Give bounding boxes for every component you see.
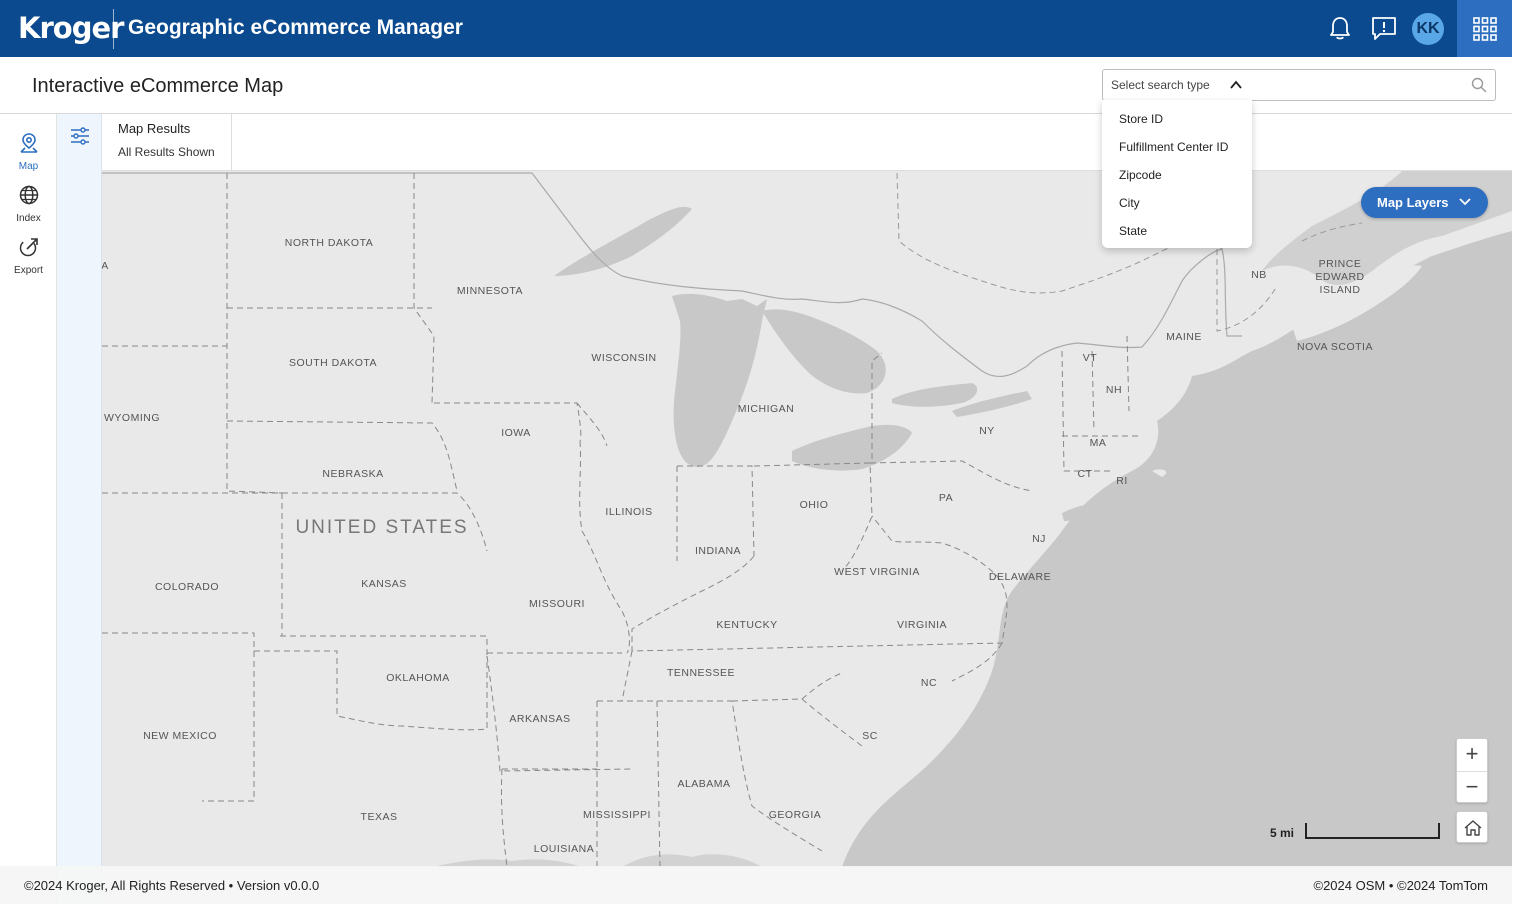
- state-label: TENNESSEE: [666, 667, 736, 679]
- results-title: Map Results: [118, 121, 191, 136]
- nav-item-export[interactable]: Export: [0, 236, 57, 276]
- state-label: A: [102, 260, 109, 272]
- state-label: PA: [938, 492, 954, 504]
- state-label: RI: [1116, 475, 1128, 487]
- nav-item-map[interactable]: Map: [0, 132, 57, 172]
- search-field[interactable]: [1251, 69, 1496, 101]
- zoom-control: + −: [1456, 738, 1488, 803]
- state-label: MA: [1089, 437, 1107, 449]
- state-label: MISSOURI: [529, 598, 585, 610]
- state-label: OKLAHOMA: [386, 672, 450, 684]
- search-icon[interactable]: [1471, 77, 1487, 98]
- state-label: SOUTH DAKOTA: [288, 357, 378, 369]
- option-zipcode[interactable]: Zipcode: [1119, 168, 1162, 182]
- state-label: NEW MEXICO: [143, 730, 217, 742]
- header-divider: [113, 9, 114, 49]
- state-label: PRINCE: [1318, 258, 1362, 270]
- state-label: WYOMING: [104, 412, 160, 424]
- search-type-placeholder: Select search type: [1111, 78, 1210, 92]
- map-layers-button[interactable]: Map Layers: [1361, 187, 1488, 218]
- scale-label: 5 mi: [1270, 826, 1295, 840]
- sub-header: Interactive eCommerce Map Select search …: [0, 57, 1512, 114]
- zoom-in-button[interactable]: +: [1457, 739, 1487, 771]
- home-icon: [1464, 820, 1482, 836]
- state-label: CT: [1077, 468, 1093, 480]
- state-label: NOVA SCOTIA: [1297, 341, 1373, 353]
- state-label: ALABAMA: [677, 778, 731, 790]
- grid-icon: [1472, 16, 1497, 41]
- state-label: KENTUCKY: [716, 619, 778, 631]
- state-label: WISCONSIN: [591, 352, 657, 364]
- top-header: Kroger Geographic eCommerce Manager KK: [0, 0, 1512, 57]
- state-label: KANSAS: [361, 578, 407, 590]
- chevron-down-icon: [1458, 195, 1472, 212]
- feedback-icon[interactable]: [1370, 14, 1398, 42]
- bell-icon[interactable]: [1326, 14, 1354, 42]
- map-layers-label: Map Layers: [1377, 195, 1449, 210]
- footer: ©2024 Kroger, All Rights Reserved • Vers…: [0, 866, 1512, 904]
- state-label: NC: [920, 677, 938, 689]
- app-grid-button[interactable]: [1457, 0, 1512, 57]
- state-label: MISSISSIPPI: [583, 809, 651, 821]
- state-label: ILLINOIS: [605, 506, 653, 518]
- option-state[interactable]: State: [1119, 224, 1147, 238]
- app-title: Geographic eCommerce Manager: [128, 16, 463, 39]
- filter-panel-toggle-column: [57, 114, 102, 904]
- map-pin-icon: [19, 133, 38, 153]
- avatar[interactable]: KK: [1412, 13, 1444, 45]
- state-label: EDWARD: [1315, 271, 1365, 283]
- scale-bar: [1305, 823, 1440, 839]
- state-label: GEORGIA: [768, 809, 822, 821]
- nav-item-label: Export: [14, 265, 43, 276]
- map-results-panel: Map Results All Results Shown: [102, 114, 232, 171]
- state-label: MAINE: [1166, 331, 1202, 343]
- map-attribution: ©2024 OSM • ©2024 TomTom: [1313, 878, 1489, 893]
- left-nav-rail: Map Index Export: [0, 114, 57, 904]
- state-label: NH: [1105, 384, 1123, 396]
- state-label: OHIO: [799, 499, 829, 511]
- state-label: NY: [979, 425, 995, 437]
- state-label: DELAWARE: [988, 571, 1052, 583]
- state-label: VIRGINIA: [896, 619, 948, 631]
- nav-item-label: Map: [18, 161, 39, 172]
- state-label: SC: [862, 730, 878, 742]
- state-label: INDIANA: [694, 545, 742, 557]
- option-store-id[interactable]: Store ID: [1119, 112, 1163, 126]
- state-label: MICHIGAN: [737, 403, 795, 415]
- state-label: WEST VIRGINIA: [834, 566, 920, 578]
- state-label: NB: [1251, 269, 1267, 281]
- home-extent-button[interactable]: [1456, 811, 1488, 843]
- globe-icon: [19, 185, 38, 205]
- copyright-text: ©2024 Kroger, All Rights Reserved • Vers…: [24, 878, 320, 893]
- search-type-select[interactable]: Select search type: [1102, 69, 1252, 101]
- state-label: ISLAND: [1319, 284, 1361, 296]
- state-label: NORTH DAKOTA: [284, 237, 374, 249]
- nav-item-label: Index: [16, 213, 41, 224]
- kroger-logo[interactable]: Kroger: [18, 6, 124, 50]
- state-label: VT: [1082, 352, 1098, 364]
- chevron-up-icon: [1229, 78, 1243, 97]
- nav-item-index[interactable]: Index: [0, 184, 57, 224]
- page-title: Interactive eCommerce Map: [32, 75, 284, 97]
- state-label: IOWA: [501, 427, 531, 439]
- export-icon: [19, 238, 38, 257]
- results-toolbar: [232, 114, 1512, 171]
- state-label: LOUISIANA: [533, 843, 595, 855]
- state-label: MINNESOTA: [456, 285, 524, 297]
- search-input[interactable]: [1257, 74, 1457, 96]
- state-label: COLORADO: [154, 581, 220, 593]
- country-label: UNITED STATES: [295, 517, 469, 538]
- map-canvas[interactable]: UNITED STATES NORTH DAKOTA MINNESOTA SOU…: [102, 171, 1512, 867]
- state-label: TEXAS: [360, 811, 398, 823]
- zoom-out-button[interactable]: −: [1457, 772, 1487, 804]
- option-city[interactable]: City: [1119, 196, 1140, 210]
- filter-sliders-icon[interactable]: [68, 124, 92, 148]
- search-type-dropdown: Store ID Fulfillment Center ID Zipcode C…: [1102, 100, 1252, 248]
- state-label: NEBRASKA: [322, 468, 384, 480]
- option-fulfillment-center-id[interactable]: Fulfillment Center ID: [1119, 140, 1228, 154]
- state-label: ARKANSAS: [509, 713, 571, 725]
- state-label: NJ: [1032, 533, 1046, 545]
- results-subtitle: All Results Shown: [118, 145, 215, 159]
